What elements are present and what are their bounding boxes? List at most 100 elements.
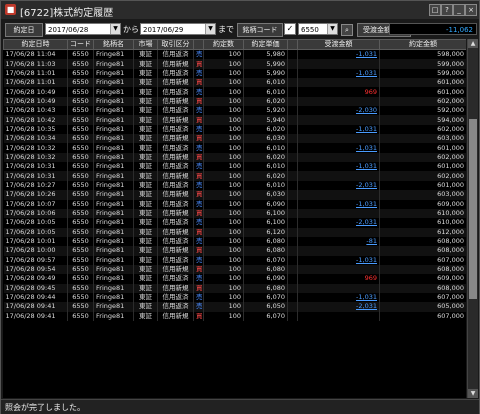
table-cell: 6,020 [243, 96, 288, 107]
table-row[interactable]: 17/06/28 11:03 6550 Fringe81 東証 信用新規買 100 5,99… [3, 59, 466, 69]
cell-value: 6,020 [266, 152, 285, 161]
table-cell: 6550 [67, 49, 94, 60]
table-cell [287, 199, 298, 209]
col-date[interactable]: 約定日時 [3, 39, 68, 50]
table-cell: 100 [203, 106, 244, 116]
scroll-up-icon[interactable]: ▲ [468, 39, 478, 48]
table-cell: 601,000 [379, 180, 466, 191]
cell-value: Fringe81 [96, 209, 125, 218]
cell-value: 6,020 [266, 171, 285, 180]
table-cell: 東証 [133, 59, 158, 69]
cell-value: 6550 [72, 143, 89, 152]
cell-value: 6550 [72, 311, 89, 320]
chevron-down-icon[interactable]: ▼ [110, 24, 120, 34]
cell-value: 17/06/28 10:32 [5, 143, 56, 152]
table-row[interactable]: 17/06/28 10:49 6550 Fringe81 東証 信用新規買 100 6,02… [3, 96, 466, 107]
col-settlement[interactable]: 受渡金額 [297, 39, 380, 50]
table-row[interactable]: 17/06/28 09:49 6550 Fringe81 東証 信用返済売 100 6,09… [3, 274, 466, 284]
table-cell: 17/06/28 10:34 [3, 134, 68, 144]
table-row[interactable]: 17/06/28 10:01 6550 Fringe81 東証 信用返済売 100 6,08… [3, 236, 466, 247]
chevron-down-icon[interactable]: ▼ [205, 24, 215, 34]
table-cell [287, 246, 298, 256]
cell-value: 東証 [139, 265, 152, 274]
code-field[interactable]: 6550 ▼ [298, 23, 338, 35]
table-row[interactable]: 17/06/28 10:26 6550 Fringe81 東証 信用新規買 100 6,03… [3, 190, 466, 200]
table-row[interactable]: 17/06/28 09:57 6550 Fringe81 東証 信用返済売 100 6,07… [3, 255, 466, 265]
table-row[interactable]: 17/06/28 10:34 6550 Fringe81 東証 信用新規買 100 6,03… [3, 134, 466, 144]
cell-value: 17/06/28 11:01 [5, 78, 56, 87]
cell-value: 信用新規 [162, 246, 189, 255]
table-row[interactable]: 17/06/28 11:01 6550 Fringe81 東証 信用新規買 100 6,01… [3, 78, 466, 88]
table-cell: Fringe81 [93, 311, 134, 321]
table-row[interactable]: 17/06/28 11:04 6550 Fringe81 東証 信用返済売 100 5,98… [3, 49, 466, 60]
table-cell: 6550 [67, 190, 94, 200]
col-name[interactable]: 銘柄名 [93, 39, 134, 50]
cell-value: 東証 [139, 152, 152, 161]
table-cell: 東証 [133, 255, 158, 265]
col-qty[interactable]: 約定数 [203, 39, 244, 50]
cell-value: Fringe81 [96, 237, 125, 246]
cell-value: 買 [196, 283, 203, 292]
scroll-thumb[interactable] [469, 119, 477, 299]
minimize-button[interactable]: _ [453, 4, 465, 16]
cell-value: 売 [196, 218, 203, 227]
table-cell: 買 [193, 134, 204, 144]
cell-value: 買 [196, 96, 203, 105]
table-cell: -2,031 [297, 218, 380, 228]
table-row[interactable]: 17/06/28 09:54 6550 Fringe81 東証 信用新規買 100 6,08… [3, 264, 466, 275]
table-cell: 信用返済 [157, 106, 194, 116]
table-row[interactable]: 17/06/28 10:05 6550 Fringe81 東証 信用新規買 100 6,12… [3, 227, 466, 237]
date-to-field[interactable]: 2017/06/29 ▼ [140, 23, 216, 35]
table-row[interactable]: 17/06/28 10:06 6550 Fringe81 東証 信用新規買 100 6,10… [3, 208, 466, 219]
restore-button[interactable]: □ [429, 4, 441, 16]
table-row[interactable]: 17/06/28 11:01 6550 Fringe81 東証 信用返済売 100 5,99… [3, 68, 466, 79]
scroll-down-icon[interactable]: ▼ [468, 389, 478, 398]
table-row[interactable]: 17/06/28 09:44 6550 Fringe81 東証 信用返済売 100 6,07… [3, 292, 466, 303]
code-checkbox[interactable]: ✓ [284, 23, 296, 35]
cell-value: 東証 [139, 209, 152, 218]
cell-value: 売 [196, 237, 203, 246]
table-cell: -1,031 [297, 124, 380, 135]
col-side[interactable] [193, 39, 204, 50]
table-cell: 17/06/28 10:05 [3, 227, 68, 237]
table-row[interactable]: 17/06/28 10:05 6550 Fringe81 東証 信用返済売 100 6,10… [3, 218, 466, 228]
table-cell: 6550 [67, 218, 94, 228]
table-row[interactable]: 17/06/28 10:31 6550 Fringe81 東証 信用新規買 100 6,02… [3, 171, 466, 181]
chevron-down-icon[interactable]: ▼ [327, 24, 337, 34]
table-row[interactable]: 17/06/28 10:35 6550 Fringe81 東証 信用返済売 100 6,02… [3, 124, 466, 135]
col-code[interactable]: コード [67, 39, 94, 50]
date-from-field[interactable]: 2017/06/28 ▼ [45, 23, 121, 35]
col-price[interactable]: 約定単価 [243, 39, 288, 50]
table-cell: -1,031 [297, 143, 380, 153]
table-row[interactable]: 17/06/28 10:07 6550 Fringe81 東証 信用返済売 100 6,09… [3, 199, 466, 209]
cell-value: 信用返済 [162, 255, 189, 264]
table-cell: -2,031 [297, 302, 380, 312]
table-row[interactable]: 17/06/28 10:49 6550 Fringe81 東証 信用返済売 100 6,01… [3, 87, 466, 97]
col-amount[interactable]: 約定金額 [379, 39, 466, 50]
col-flag[interactable] [287, 39, 298, 50]
table-cell: 17/06/28 10:43 [3, 106, 68, 116]
table-row[interactable]: 17/06/28 10:00 6550 Fringe81 東証 信用新規買 100 6,08… [3, 246, 466, 256]
table-row[interactable]: 17/06/28 09:41 6550 Fringe81 東証 信用返済売 100 6,05… [3, 302, 466, 312]
table-cell [287, 87, 298, 97]
table-row[interactable]: 17/06/28 10:42 6550 Fringe81 東証 信用新規買 100 5,94… [3, 115, 466, 125]
vertical-scrollbar[interactable]: ▲ ▼ [467, 39, 478, 398]
table-row[interactable]: 17/06/28 10:32 6550 Fringe81 東証 信用新規買 100 6,02… [3, 152, 466, 163]
col-market[interactable]: 市場 [133, 39, 158, 50]
table-row[interactable]: 17/06/28 10:43 6550 Fringe81 東証 信用返済売 100 5,92… [3, 106, 466, 116]
cell-value: 17/06/28 09:45 [5, 283, 56, 292]
help-button[interactable]: ? [441, 4, 453, 16]
table-cell: 17/06/28 11:04 [3, 49, 68, 60]
table-row[interactable]: 17/06/28 09:41 6550 Fringe81 東証 信用新規買 100 6,07… [3, 311, 466, 321]
col-type[interactable]: 取引区分 [157, 39, 194, 50]
table-cell: 592,000 [379, 106, 466, 116]
table-cell: 東証 [133, 274, 158, 284]
table-cell [287, 171, 298, 181]
table-cell: 17/06/28 11:01 [3, 68, 68, 79]
table-row[interactable]: 17/06/28 10:27 6550 Fringe81 東証 信用返済売 100 6,01… [3, 180, 466, 191]
table-row[interactable]: 17/06/28 10:31 6550 Fringe81 東証 信用返済売 100 6,01… [3, 162, 466, 172]
table-row[interactable]: 17/06/28 10:32 6550 Fringe81 東証 信用返済売 100 6,01… [3, 143, 466, 153]
search-icon[interactable]: ⌕ [341, 24, 353, 36]
table-row[interactable]: 17/06/28 09:45 6550 Fringe81 東証 信用新規買 100 6,08… [3, 283, 466, 293]
close-button[interactable]: × [465, 4, 477, 16]
